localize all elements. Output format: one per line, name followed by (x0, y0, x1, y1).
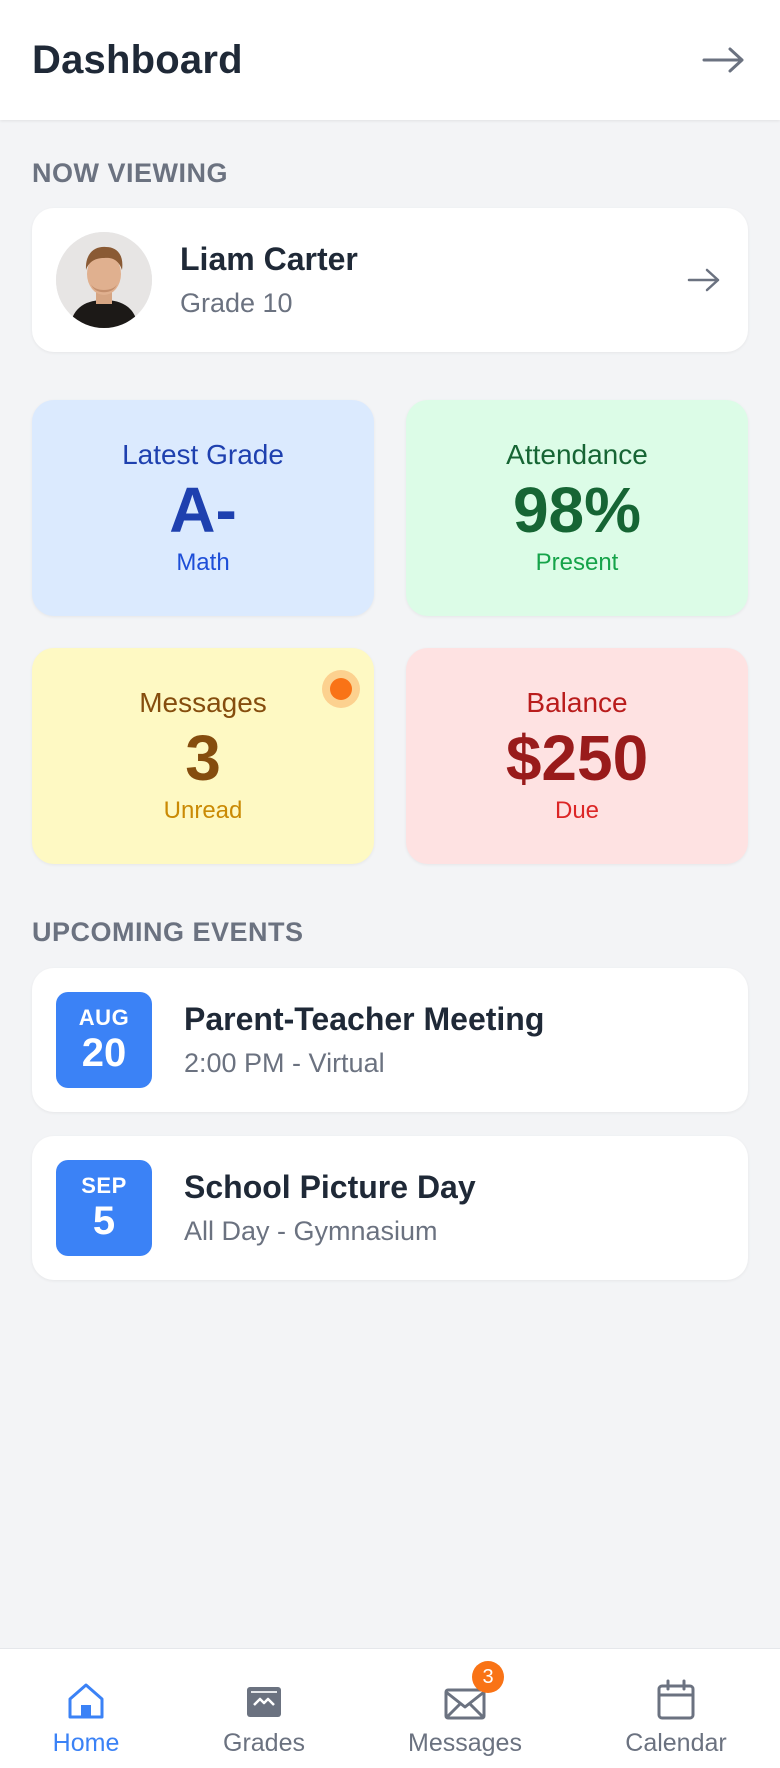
event-card[interactable]: AUG 20 Parent-Teacher Meeting 2:00 PM - … (32, 968, 748, 1112)
child-selector-card[interactable]: Liam Carter Grade 10 (32, 208, 748, 352)
nav-label-grades: Grades (223, 1729, 305, 1757)
child-info: Liam Carter Grade 10 (180, 241, 684, 319)
latest-grade-card[interactable]: Latest Grade A- Math (32, 400, 374, 616)
nav-label-calendar: Calendar (625, 1729, 727, 1757)
event-day: 5 (92, 1199, 116, 1243)
event-details: All Day - Gymnasium (184, 1216, 438, 1246)
now-viewing-label: NOW VIEWING (32, 158, 228, 188)
home-icon (66, 1649, 106, 1721)
balance-card[interactable]: Balance $250 Due (406, 648, 748, 864)
logout-button[interactable] (700, 36, 748, 84)
child-grade: Grade 10 (180, 288, 293, 318)
latest-grade-value: A- (169, 473, 237, 546)
child-name: Liam Carter (180, 241, 358, 277)
mail-icon: 3 (444, 1649, 504, 1721)
event-month: AUG (78, 1005, 130, 1030)
grades-icon (244, 1649, 284, 1721)
balance-label: Balance (526, 686, 628, 718)
event-date-badge: AUG 20 (56, 992, 152, 1088)
messages-status: Unread (163, 797, 243, 825)
messages-card[interactable]: Messages 3 Unread (32, 648, 374, 864)
attendance-status: Present (535, 549, 619, 577)
app-root: Dashboard NOW VIEWING Liam Carter Grade … (0, 0, 780, 1768)
upcoming-events-label: UPCOMING EVENTS (32, 917, 304, 947)
event-month: SEP (81, 1173, 127, 1198)
bottom-navigation: Home Grades 3 Messages Calendar (0, 1648, 780, 1768)
avatar (56, 232, 152, 328)
nav-item-grades[interactable]: Grades (214, 1649, 314, 1768)
balance-amount: $250 (505, 721, 649, 794)
event-title: School Picture Day (184, 1169, 476, 1205)
nav-item-messages[interactable]: 3 Messages (401, 1649, 529, 1768)
page-title: Dashboard (32, 37, 243, 82)
messages-label: Messages (139, 686, 267, 718)
event-title: Parent-Teacher Meeting (184, 1001, 545, 1037)
balance-status: Due (554, 797, 600, 825)
attendance-value: 98% (512, 473, 642, 546)
arrow-right-icon (684, 260, 724, 300)
event-details: 2:00 PM - Virtual (184, 1048, 385, 1078)
event-card[interactable]: SEP 5 School Picture Day All Day - Gymna… (32, 1136, 748, 1280)
attendance-card[interactable]: Attendance 98% Present (406, 400, 748, 616)
calendar-icon (656, 1649, 696, 1721)
top-header: Dashboard (0, 0, 780, 120)
event-info: Parent-Teacher Meeting 2:00 PM - Virtual (184, 1001, 544, 1079)
nav-label-home: Home (52, 1729, 120, 1757)
unread-count-badge: 3 (472, 1661, 504, 1693)
nav-label-messages: Messages (408, 1729, 522, 1757)
event-info: School Picture Day All Day - Gymnasium (184, 1169, 476, 1247)
person-photo (56, 232, 152, 328)
nav-item-calendar[interactable]: Calendar (621, 1649, 731, 1768)
event-day: 20 (81, 1031, 127, 1075)
messages-count: 3 (185, 721, 221, 794)
nav-item-home[interactable]: Home (36, 1649, 136, 1768)
attendance-label: Attendance (506, 438, 648, 470)
event-date-badge: SEP 5 (56, 1160, 152, 1256)
arrow-right-icon (702, 47, 744, 73)
latest-grade-label: Latest Grade (122, 438, 284, 470)
unread-indicator-dot (322, 670, 360, 708)
latest-grade-subject: Math (176, 549, 230, 577)
